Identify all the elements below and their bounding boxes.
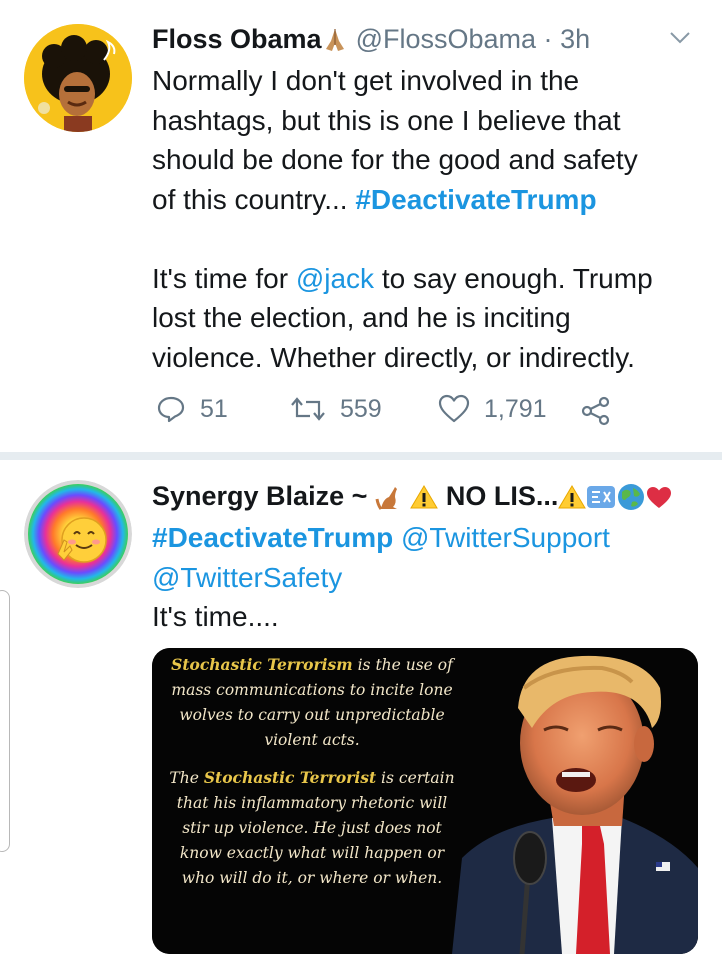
card-paragraph: The Stochastic Terrorist is certain that… [166, 765, 458, 891]
retweet-button[interactable]: 559 [290, 394, 382, 424]
mention-link[interactable]: @jack [296, 263, 374, 294]
card-paragraph: Stochastic Terrorism is the use of mass … [166, 652, 458, 753]
reply-icon [157, 396, 185, 423]
display-name[interactable]: Synergy Blaize ~ [152, 481, 367, 511]
tweet-image-card[interactable]: Stochastic Terrorism is the use of mass … [152, 648, 698, 954]
share-button[interactable] [580, 396, 612, 426]
like-count: 1,791 [484, 394, 547, 423]
text-line: #DeactivateTrump @TwitterSupport [152, 518, 712, 558]
number-emoji [586, 482, 616, 513]
like-button[interactable]: 1,791 [438, 394, 547, 424]
heart-emoji [646, 482, 672, 513]
avatar-image [24, 24, 132, 132]
retweet-icon [291, 397, 325, 421]
text-line: It's time for @jack to say enough. Trump [152, 259, 712, 299]
tweet-text: #DeactivateTrump @TwitterSupport @Twitte… [152, 518, 712, 637]
text-line: should be done for the good and safety [152, 144, 638, 175]
tweet-header: Floss Obama @FlossObama · 3h [152, 24, 590, 56]
avatar[interactable] [24, 24, 132, 132]
reply-count: 51 [200, 394, 228, 423]
chevron-down-icon[interactable] [668, 30, 692, 46]
time-separator: · [543, 24, 553, 54]
card-term: Stochastic Terrorism [171, 655, 353, 674]
tweet-divider [0, 452, 722, 460]
avatar[interactable] [24, 480, 132, 588]
handle[interactable]: @FlossObama [356, 24, 536, 54]
tweet-text: Normally I don't get involved in the has… [152, 61, 712, 377]
display-name-suffix[interactable]: NO LIS... [446, 481, 559, 511]
text-line: Normally I don't get involved in the [152, 65, 580, 96]
text-line: lost the election, and he is inciting [152, 302, 571, 333]
card-term: Stochastic Terrorist [203, 768, 377, 787]
avatar-image [24, 480, 132, 588]
retweet-count: 559 [340, 394, 382, 423]
tweet-header: Synergy Blaize ~ NO LIS... [152, 481, 672, 513]
kangaroo-emoji [375, 482, 403, 513]
text-line: of this country... #DeactivateTrump [152, 180, 712, 220]
card-quote: Stochastic Terrorism is the use of mass … [166, 652, 458, 903]
reply-button[interactable]: 51 [156, 394, 228, 424]
globe-emoji [616, 482, 646, 513]
folded-hands-emoji [322, 25, 348, 56]
share-icon [581, 396, 610, 426]
mention-link[interactable]: @TwitterSupport [401, 522, 610, 553]
text-line-part: of this country... [152, 183, 356, 215]
card-paragraph-text: The [169, 769, 204, 787]
hashtag-link[interactable]: #DeactivateTrump [355, 184, 596, 215]
heart-icon [438, 394, 470, 423]
text-line: @TwitterSafety [152, 558, 712, 598]
warning-emoji [558, 482, 587, 513]
tweet-time[interactable]: 3h [560, 24, 590, 54]
tweet-floss-obama[interactable]: Floss Obama @FlossObama · 3h Normally I … [0, 0, 722, 452]
scroll-edge-handle[interactable] [0, 590, 10, 852]
mention-link[interactable]: @TwitterSafety [152, 562, 342, 593]
display-name[interactable]: Floss Obama [152, 24, 322, 54]
hashtag-link[interactable]: #DeactivateTrump [152, 522, 393, 553]
text-line: hashtags, but this is one I believe that [152, 104, 621, 136]
text-line: violence. Whether directly, or indirectl… [152, 341, 635, 373]
warning-emoji [410, 482, 439, 513]
text-line-part: to say enough. Trump [374, 262, 653, 294]
text-line-part: It's time for [152, 262, 296, 294]
text-line: It's time.... [152, 601, 279, 632]
